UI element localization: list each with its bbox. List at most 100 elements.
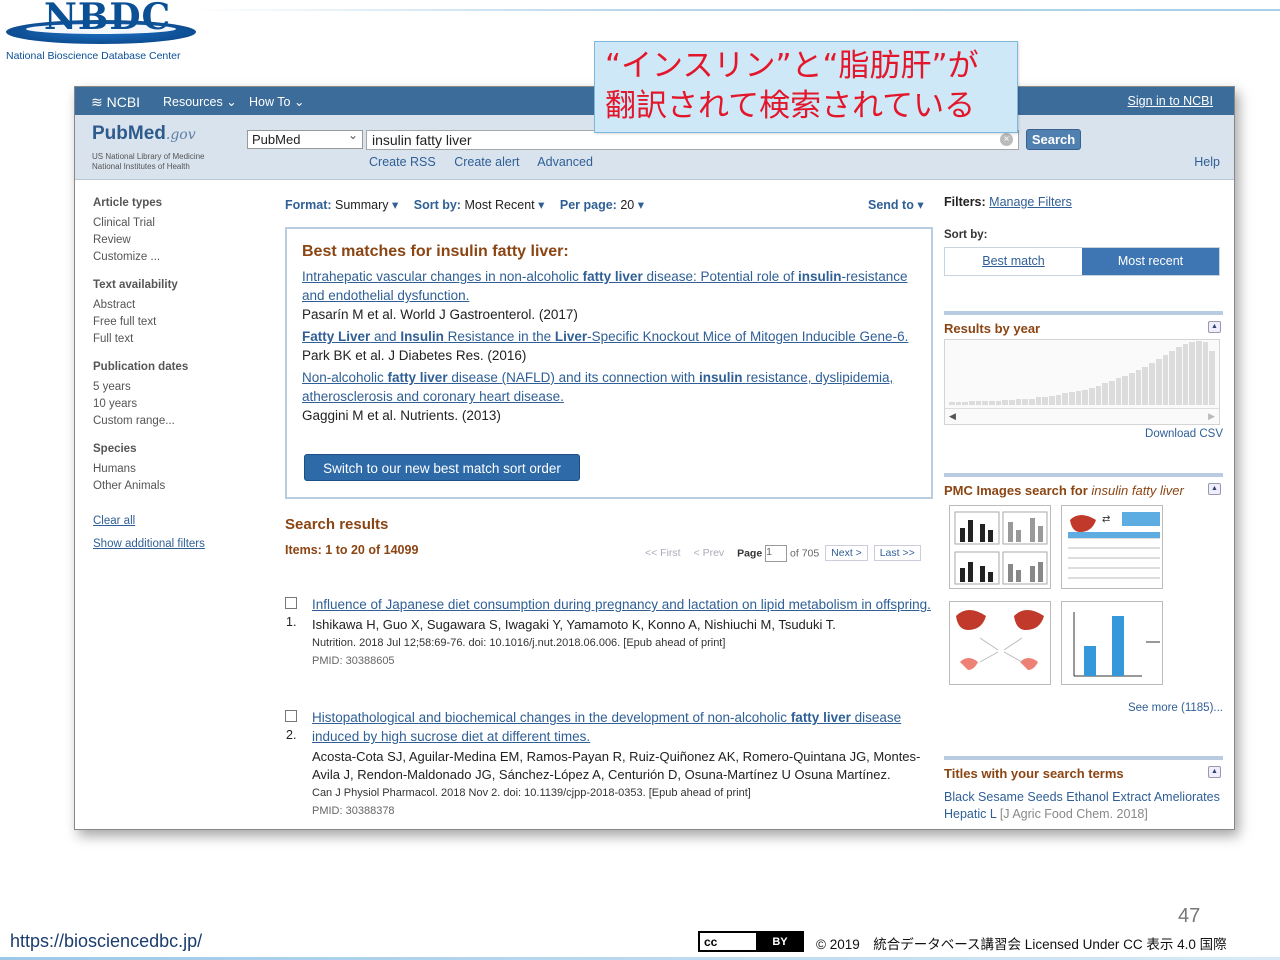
collapse-icon[interactable]: ▲ — [1208, 766, 1221, 778]
year-bar[interactable] — [1062, 393, 1069, 405]
filter-item[interactable]: 5 years — [93, 379, 253, 396]
result-checkbox[interactable] — [285, 597, 297, 609]
year-bar[interactable] — [1049, 396, 1055, 405]
format-dropdown[interactable]: Format: Summary ▾ — [285, 198, 398, 212]
create-alert-link[interactable]: Create alert — [454, 155, 519, 169]
year-bar[interactable] — [975, 401, 982, 405]
sort-dropdown[interactable]: Sort by: Most Recent ▾ — [414, 198, 545, 212]
year-bar[interactable] — [982, 401, 989, 405]
year-bar[interactable] — [1042, 396, 1049, 405]
year-bar[interactable] — [1029, 398, 1035, 405]
year-bar[interactable] — [989, 400, 995, 405]
year-bar[interactable] — [1195, 341, 1202, 405]
year-bar[interactable] — [1082, 389, 1089, 405]
year-bar[interactable] — [1102, 383, 1109, 405]
filter-item[interactable]: 10 years — [93, 396, 253, 413]
filter-item[interactable]: Review — [93, 232, 253, 249]
year-bar[interactable] — [1022, 398, 1029, 405]
chart-scrollbar[interactable]: ◀ ▶ — [945, 408, 1219, 424]
result-title-link[interactable]: Histopathological and biochemical change… — [312, 708, 935, 746]
pmc-thumbnail-insulin-chart[interactable] — [1061, 601, 1163, 685]
year-bar[interactable] — [1089, 387, 1095, 405]
best-match-link[interactable]: Intrahepatic vascular changes in non-alc… — [302, 267, 917, 305]
year-bar[interactable] — [1142, 366, 1149, 405]
most-recent-tab[interactable]: Most recent — [1082, 248, 1219, 275]
year-bar[interactable] — [1175, 347, 1182, 405]
pmc-thumbnail-bar-charts[interactable] — [949, 505, 1051, 589]
see-more-images-link[interactable]: See more (1185)... — [1128, 702, 1223, 714]
year-bar[interactable] — [949, 401, 955, 405]
year-bar[interactable] — [955, 401, 962, 405]
ncbi-brand[interactable]: ≋ NCBI — [91, 94, 140, 111]
per-page-dropdown[interactable]: Per page: 20 ▾ — [560, 198, 644, 212]
result-checkbox[interactable] — [285, 710, 297, 722]
year-bar[interactable] — [1115, 378, 1122, 405]
clear-all-link[interactable]: Clear all — [93, 515, 253, 527]
collapse-icon[interactable]: ▲ — [1208, 483, 1221, 495]
prev-page-link[interactable]: < Prev — [694, 547, 725, 559]
best-match-tab[interactable]: Best match — [945, 248, 1082, 275]
show-additional-filters-link[interactable]: Show additional filters — [93, 538, 253, 550]
pubmed-logo[interactable]: PubMed.gov — [92, 123, 196, 145]
send-to-dropdown[interactable]: Send to ▾ — [868, 197, 924, 212]
year-bar[interactable] — [1209, 350, 1215, 405]
title-link[interactable]: Black Sesame Seeds Ethanol Extract Ameli… — [944, 789, 1223, 823]
first-page-link[interactable]: << First — [645, 547, 681, 559]
manage-filters-link[interactable]: Manage Filters — [989, 195, 1072, 209]
filter-item[interactable]: Free full text — [93, 314, 253, 331]
last-page-button[interactable]: Last >> — [873, 545, 921, 562]
filter-item[interactable]: Abstract — [93, 297, 253, 314]
year-bar[interactable] — [1095, 385, 1102, 405]
year-bar[interactable] — [1169, 351, 1175, 405]
scroll-left-icon[interactable]: ◀ — [949, 411, 956, 422]
year-bar[interactable] — [1075, 390, 1082, 405]
best-match-link[interactable]: Non-alcoholic fatty liver disease (NAFLD… — [302, 368, 917, 406]
resources-menu[interactable]: Resources ⌄ — [163, 94, 237, 109]
collapse-icon[interactable]: ▲ — [1208, 321, 1221, 333]
page-number-input[interactable]: 1 — [765, 545, 788, 562]
create-rss-link[interactable]: Create RSS — [369, 155, 436, 169]
filter-item[interactable]: Clinical Trial — [93, 215, 253, 232]
database-select[interactable]: PubMed — [247, 128, 363, 149]
filter-item[interactable]: Customize ... — [93, 249, 253, 266]
sign-in-link[interactable]: Sign in to NCBI — [1128, 94, 1213, 108]
help-link[interactable]: Help — [1194, 155, 1220, 169]
year-bar[interactable] — [1109, 380, 1115, 405]
filter-item[interactable]: Other Animals — [93, 478, 253, 495]
year-bar[interactable] — [969, 401, 975, 405]
filter-item[interactable]: Full text — [93, 331, 253, 348]
howto-menu[interactable]: How To ⌄ — [249, 94, 304, 109]
year-bar[interactable] — [1162, 355, 1169, 405]
search-button[interactable]: Search — [1026, 129, 1081, 150]
year-bar[interactable] — [1055, 394, 1062, 405]
next-page-button[interactable]: Next > — [825, 545, 868, 562]
year-bar[interactable] — [1155, 358, 1162, 405]
result-title-link[interactable]: Influence of Japanese diet consumption d… — [312, 595, 935, 614]
year-bar[interactable] — [1035, 397, 1042, 405]
pmc-thumbnail-liver-diagram[interactable] — [949, 601, 1051, 685]
year-bar[interactable] — [1202, 342, 1209, 405]
year-bar[interactable] — [995, 400, 1002, 405]
advanced-link[interactable]: Advanced — [537, 155, 593, 169]
best-match-link[interactable]: Fatty Liver and Insulin Resistance in th… — [302, 327, 917, 346]
year-bar[interactable] — [1015, 399, 1022, 405]
year-bar[interactable] — [1135, 369, 1142, 405]
year-bar[interactable] — [1149, 362, 1155, 405]
year-bar[interactable] — [1069, 392, 1075, 405]
year-bar[interactable] — [1129, 373, 1135, 405]
clear-icon[interactable]: × — [1000, 133, 1013, 146]
switch-best-match-button[interactable]: Switch to our new best match sort order — [304, 454, 580, 481]
filter-item[interactable]: Custom range... — [93, 413, 253, 430]
year-bar[interactable] — [1002, 399, 1009, 405]
year-bar[interactable] — [1182, 344, 1189, 405]
filter-item[interactable]: Humans — [93, 461, 253, 478]
year-bar[interactable] — [1122, 375, 1129, 405]
scroll-right-icon[interactable]: ▶ — [1208, 411, 1215, 422]
year-bar[interactable] — [1009, 399, 1015, 405]
search-input[interactable]: insulin fatty liver × — [366, 130, 1019, 150]
year-bar[interactable] — [1189, 342, 1195, 405]
download-csv-link[interactable]: Download CSV — [1145, 428, 1223, 440]
results-by-year-chart[interactable]: ◀ ▶ — [944, 339, 1220, 425]
pmc-thumbnail-liver-table[interactable]: ⇄ — [1061, 505, 1163, 589]
year-bar[interactable] — [962, 401, 969, 405]
